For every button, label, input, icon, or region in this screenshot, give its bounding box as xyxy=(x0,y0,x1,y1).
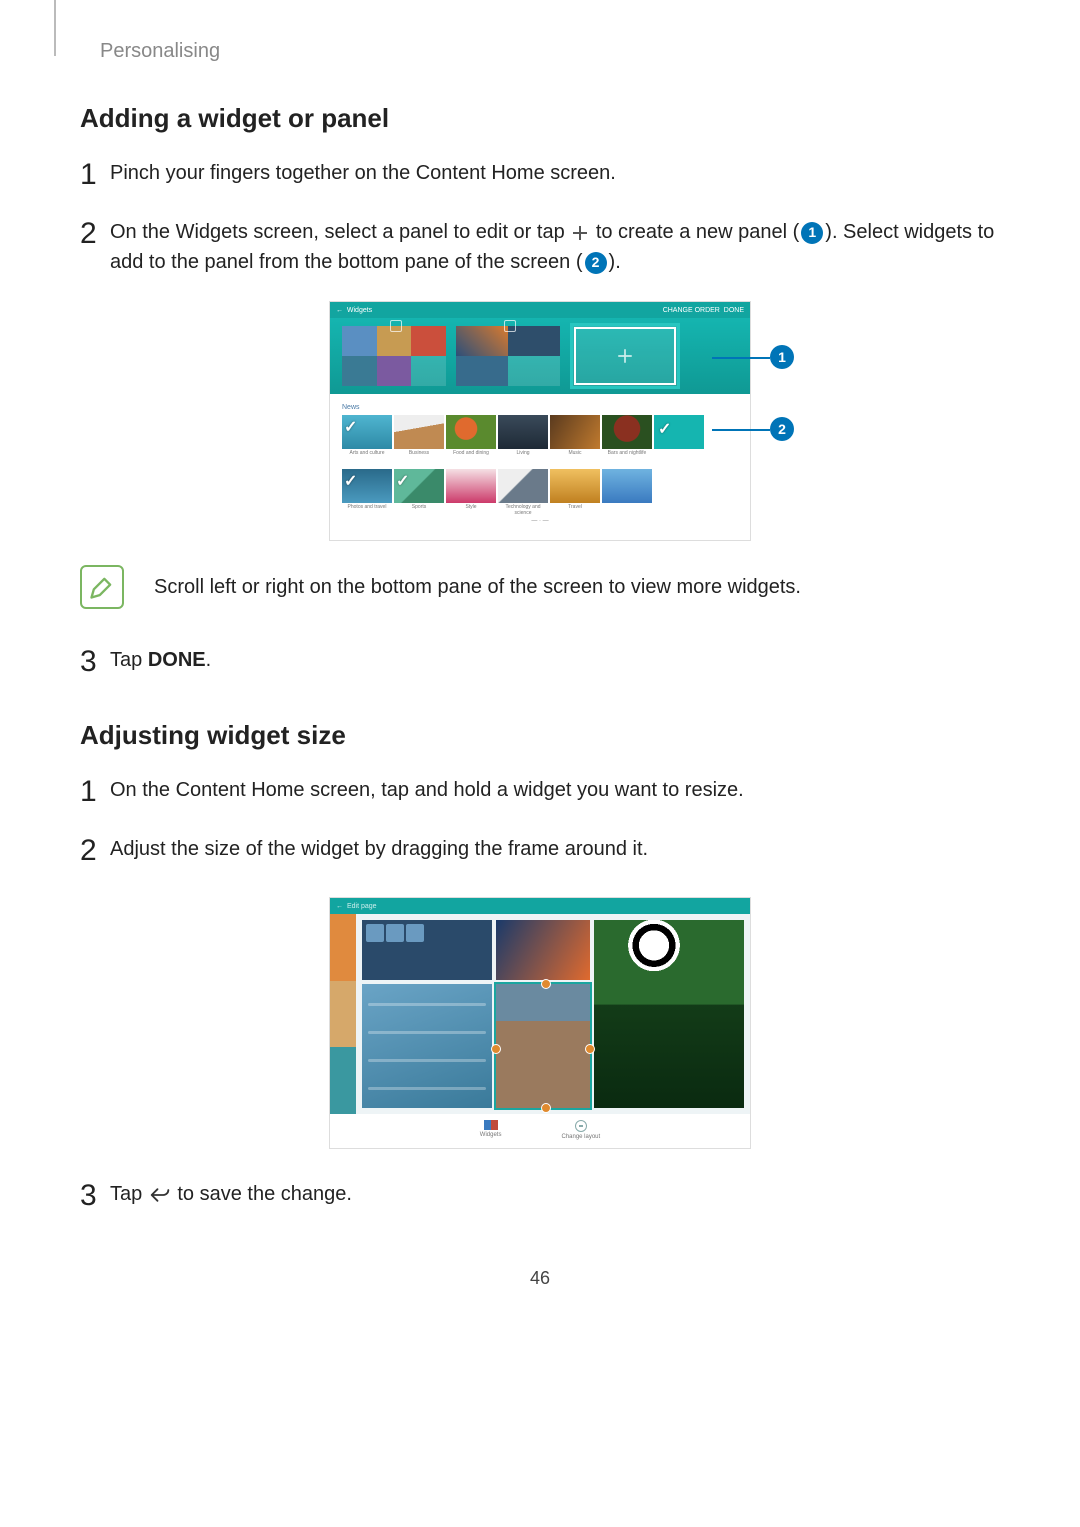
section-title-adjusting: Adjusting widget size xyxy=(80,720,1000,751)
step-2-1: 1 On the Content Home screen, tap and ho… xyxy=(80,769,1000,814)
plus-icon xyxy=(616,347,634,365)
step-number: 3 xyxy=(80,639,110,684)
callout-line-1 xyxy=(712,357,770,359)
fig2-widget-resizing xyxy=(496,984,590,1108)
callout-ref-2: 2 xyxy=(585,252,607,274)
step-1-2: 2 On the Widgets screen, select a panel … xyxy=(80,211,1000,277)
fig2-device: ← Edit page Widgets Change layout xyxy=(329,897,751,1149)
fig1-widget-thumb xyxy=(498,415,548,449)
fig1-title: Widgets xyxy=(347,307,372,314)
step-text: On the Content Home screen, tap and hold… xyxy=(110,769,744,805)
callout-ref-1: 1 xyxy=(801,222,823,244)
fig2-main xyxy=(356,914,750,1114)
fig1-device: ← Widgets CHANGE ORDER DONE News xyxy=(329,301,751,541)
fig1-widget-thumb xyxy=(394,415,444,449)
fig2-widget-c xyxy=(594,920,744,1108)
fig1-back-icon: ← xyxy=(336,307,343,314)
fig1-widgets-title: News xyxy=(342,404,738,411)
note-box: Scroll left or right on the bottom pane … xyxy=(80,565,1000,609)
fig2-side xyxy=(330,914,356,1114)
fig2-widget-d xyxy=(362,984,492,1108)
step-text: On the Widgets screen, select a panel to… xyxy=(110,211,1000,277)
fig1-panel-thumb xyxy=(456,326,560,386)
fig1-add-panel xyxy=(570,323,680,389)
back-icon xyxy=(150,1186,170,1204)
callout-badge-2: 2 xyxy=(770,417,794,441)
fig1-panel-thumb xyxy=(342,326,446,386)
step-number: 1 xyxy=(80,769,110,814)
fig1-header: ← Widgets CHANGE ORDER DONE xyxy=(330,302,750,318)
step-number: 3 xyxy=(80,1173,110,1218)
fig2-widget-a xyxy=(362,920,492,980)
fig1-widgets-area: News Arts and culture Business Food and … xyxy=(330,394,750,540)
figure-widgets-screen: ← Widgets CHANGE ORDER DONE News xyxy=(80,301,1000,541)
note-text: Scroll left or right on the bottom pane … xyxy=(154,572,801,602)
step-text: Adjust the size of the widget by draggin… xyxy=(110,828,648,864)
callout-badge-1: 1 xyxy=(770,345,794,369)
step-text: Tap DONE. xyxy=(110,639,211,675)
fig1-panels-row xyxy=(330,318,750,394)
fig1-widget-thumb xyxy=(602,469,652,503)
fig1-widget-thumb-selected xyxy=(654,415,704,449)
fig1-pager: — · — xyxy=(342,516,738,530)
fig1-widget-thumb xyxy=(602,415,652,449)
fig1-widget-thumb xyxy=(342,415,392,449)
widgets-icon xyxy=(484,1120,498,1130)
figure-edit-page: ← Edit page Widgets Change layout xyxy=(80,897,1000,1149)
fig2-footer: Widgets Change layout xyxy=(330,1114,750,1148)
callout-line-2 xyxy=(712,429,770,431)
fig1-widget-thumb xyxy=(550,469,600,503)
fig2-title: Edit page xyxy=(347,903,377,910)
fig1-widget-thumb xyxy=(446,415,496,449)
section-title-adding: Adding a widget or panel xyxy=(80,103,1000,134)
fig1-widget-thumb xyxy=(394,469,444,503)
breadcrumb: Personalising xyxy=(100,40,1000,63)
step-2-3: 3 Tap to save the change. xyxy=(80,1173,1000,1218)
step-1-3: 3 Tap DONE. xyxy=(80,639,1000,684)
fig1-done: DONE xyxy=(724,307,744,314)
fig1-widget-thumb xyxy=(550,415,600,449)
header-rule xyxy=(54,0,56,56)
fig2-back-icon: ← xyxy=(336,903,343,910)
step-number: 2 xyxy=(80,211,110,256)
fig2-header: ← Edit page xyxy=(330,898,750,914)
page-number: 46 xyxy=(80,1268,1000,1289)
fig2-body xyxy=(330,914,750,1114)
fig1-change-order: CHANGE ORDER xyxy=(663,307,720,314)
fig1-widget-thumb xyxy=(446,469,496,503)
note-icon xyxy=(80,565,124,609)
step-1-1: 1 Pinch your fingers together on the Con… xyxy=(80,152,1000,197)
step-text: Tap to save the change. xyxy=(110,1173,352,1209)
step-text: Pinch your fingers together on the Conte… xyxy=(110,152,616,188)
step-number: 2 xyxy=(80,828,110,873)
step-2-2: 2 Adjust the size of the widget by dragg… xyxy=(80,828,1000,873)
step-number: 1 xyxy=(80,152,110,197)
fig2-widget-b xyxy=(496,920,590,980)
change-layout-icon xyxy=(575,1120,587,1132)
fig1-widget-thumb xyxy=(342,469,392,503)
plus-icon xyxy=(572,225,588,241)
fig1-widget-thumb xyxy=(498,469,548,503)
